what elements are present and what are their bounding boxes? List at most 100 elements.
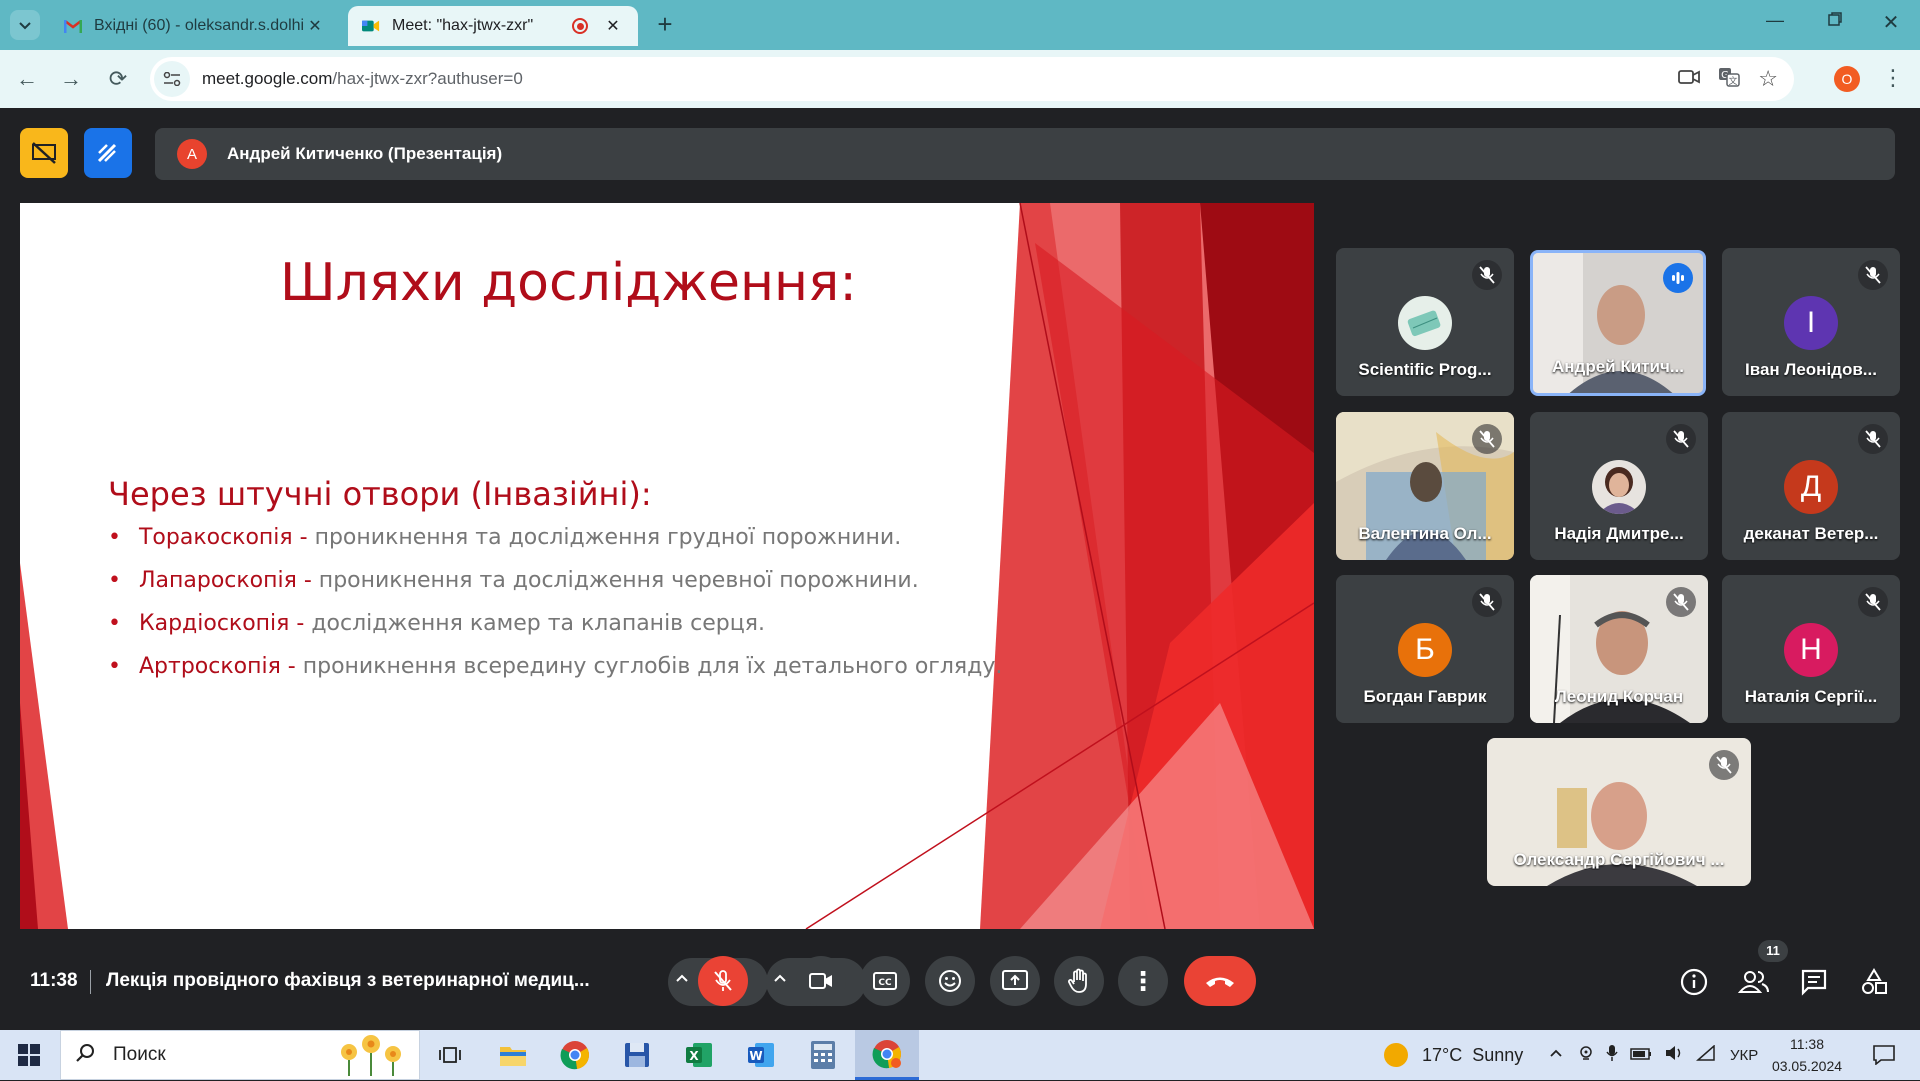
chevron-up-icon[interactable] <box>1548 1045 1564 1065</box>
muted-mic-icon <box>1472 260 1502 290</box>
reactions-button[interactable] <box>925 956 975 1006</box>
clock[interactable]: 11:38 03.05.2024 <box>1752 1033 1862 1077</box>
browser-tab-bar: Вхідні (60) - oleksandr.s.dolhin ✕ Meet:… <box>0 0 1920 50</box>
presentation-slide: Шляхи дослідження: Через штучні отвори (… <box>20 203 1314 929</box>
present-screen-icon <box>1002 970 1028 990</box>
url-host: meet.google.com <box>202 69 333 88</box>
muted-mic-icon <box>1709 750 1739 780</box>
notifications-button[interactable] <box>1864 1040 1904 1070</box>
participant-tile[interactable]: Б Богдан Гаврик <box>1336 575 1514 723</box>
participant-tile[interactable]: Scientific Prog... <box>1336 248 1514 396</box>
weather-widget[interactable]: 17°C Sunny <box>1384 1030 1534 1080</box>
task-view-button[interactable] <box>433 1038 467 1072</box>
weather-text: 17°C Sunny <box>1422 1044 1524 1065</box>
present-button[interactable] <box>990 956 1040 1006</box>
save-app-icon[interactable] <box>620 1038 654 1072</box>
participant-name: Валентина Ол... <box>1358 524 1492 543</box>
camera-icon <box>809 973 832 989</box>
reload-button[interactable]: ⟳ <box>103 64 133 94</box>
browser-menu-icon[interactable]: ⋮ <box>1882 64 1904 94</box>
annotate-button[interactable] <box>84 128 132 178</box>
activities-button[interactable] <box>1860 968 1890 998</box>
bullet-text: проникнення та дослідження черевної поро… <box>311 568 919 593</box>
participant-tile[interactable]: І Іван Леонідов... <box>1722 248 1900 396</box>
network-icon[interactable] <box>1696 1044 1716 1065</box>
stop-presenting-button[interactable] <box>20 128 68 178</box>
participant-name: Scientific Prog... <box>1358 360 1492 379</box>
present-off-icon <box>32 142 56 164</box>
restore-icon <box>1828 12 1842 26</box>
back-button[interactable]: ← <box>12 64 42 94</box>
svg-text:CC: CC <box>878 978 892 988</box>
search-icon <box>75 1043 97 1068</box>
tab-label: Вхідні (60) - oleksandr.s.dolhin <box>94 17 304 34</box>
mic-off-icon <box>714 970 732 991</box>
translate-icon[interactable]: G文 <box>1718 67 1741 92</box>
site-info-icon[interactable] <box>154 61 190 97</box>
participant-tile[interactable]: Леонид Корчан <box>1530 575 1708 723</box>
battery-icon[interactable] <box>1630 1047 1652 1064</box>
muted-mic-icon <box>1666 424 1696 454</box>
bullet-term: Лапароскопія - <box>138 568 312 593</box>
camera-toggle-button[interactable] <box>796 956 846 1006</box>
more-options-button[interactable]: ⋮ <box>1118 956 1168 1006</box>
participant-tile[interactable]: Д деканат Ветер... <box>1722 412 1900 560</box>
raise-hand-button[interactable] <box>1054 956 1104 1006</box>
people-button[interactable] <box>1737 968 1772 998</box>
microphone-tray-icon[interactable] <box>1606 1044 1618 1066</box>
taskbar-search-placeholder: Поиск <box>113 1044 166 1065</box>
bookmark-star-icon[interactable]: ☆ <box>1758 66 1778 92</box>
calculator-icon[interactable] <box>806 1038 840 1072</box>
windows-taskbar: Поиск X W 17°C Sunny УКР 11:38 03.05.202… <box>0 1030 1920 1080</box>
bullet-text: проникнення всередину суглобів для їх де… <box>295 654 1003 679</box>
tab-gmail[interactable]: Вхідні (60) - oleksandr.s.dolhin ✕ <box>50 6 340 46</box>
close-window-button[interactable]: ✕ <box>1876 10 1906 40</box>
forward-button[interactable]: → <box>56 64 86 94</box>
restore-button[interactable] <box>1820 12 1850 42</box>
new-tab-button[interactable]: + <box>650 10 680 40</box>
leave-call-button[interactable] <box>1184 956 1256 1006</box>
mic-toggle-button[interactable] <box>698 956 748 1006</box>
word-icon[interactable]: W <box>744 1038 778 1072</box>
close-icon[interactable]: ✕ <box>304 16 326 36</box>
participant-tile[interactable]: Валентина Ол... <box>1336 412 1514 560</box>
start-button[interactable] <box>12 1038 46 1072</box>
gmail-icon <box>64 17 82 35</box>
minimize-button[interactable]: — <box>1760 10 1790 40</box>
url-input[interactable]: meet.google.com/hax-jtwx-zxr?authuser=0 … <box>150 57 1794 101</box>
participant-name: Надія Дмитре... <box>1554 524 1684 543</box>
meeting-title: Лекція провідного фахівця з ветеринарної… <box>106 970 590 991</box>
participant-tile[interactable]: Надія Дмитре... <box>1530 412 1708 560</box>
participant-tile[interactable]: Н Наталія Сергії... <box>1722 575 1900 723</box>
speaking-indicator-icon <box>1663 263 1693 293</box>
address-bar-row: ← → ⟳ meet.google.com/hax-jtwx-zxr?authu… <box>0 50 1920 108</box>
excel-icon[interactable]: X <box>682 1038 716 1072</box>
participant-avatar <box>1592 460 1646 514</box>
clock-date: 03.05.2024 <box>1771 1058 1843 1074</box>
chevron-up-icon[interactable] <box>772 970 792 994</box>
chrome-icon[interactable] <box>558 1038 592 1072</box>
tab-meet[interactable]: Meet: "hax-jtwx-zxr" ✕ <box>348 6 638 46</box>
muted-mic-icon <box>1858 260 1888 290</box>
slide-bullet: • Лапароскопія - проникнення та досліджен… <box>108 568 919 593</box>
file-explorer-icon[interactable] <box>496 1038 530 1072</box>
volume-icon[interactable] <box>1664 1045 1684 1065</box>
presenter-label: Андрей Китиченко (Презентація) <box>227 144 503 163</box>
taskbar-search-box[interactable]: Поиск <box>60 1030 420 1080</box>
meeting-details-button[interactable] <box>1680 968 1710 998</box>
participant-tile[interactable]: Олександр Сергійович ... <box>1487 738 1751 886</box>
flowers-icon <box>335 1030 407 1081</box>
notification-icon <box>1873 1045 1895 1065</box>
tab-search-button[interactable] <box>10 10 40 40</box>
camera-permission-icon[interactable] <box>1678 69 1701 90</box>
profile-avatar[interactable]: O <box>1834 66 1860 92</box>
chevron-up-icon[interactable] <box>674 970 694 994</box>
participant-tile-active-speaker[interactable]: Андрей Китич... <box>1530 250 1706 396</box>
close-icon[interactable]: ✕ <box>602 16 624 36</box>
webcam-tray-icon[interactable] <box>1578 1045 1594 1065</box>
chrome-profile-taskbar-button[interactable] <box>855 1030 919 1080</box>
slide-bullet: • Торакоскопія - проникнення та досліджен… <box>108 525 902 550</box>
meet-controls-bar: 11:38 Лекція провідного фахівця з ветери… <box>0 940 1920 1030</box>
captions-button[interactable]: CC <box>860 956 910 1006</box>
chat-button[interactable] <box>1800 968 1830 998</box>
